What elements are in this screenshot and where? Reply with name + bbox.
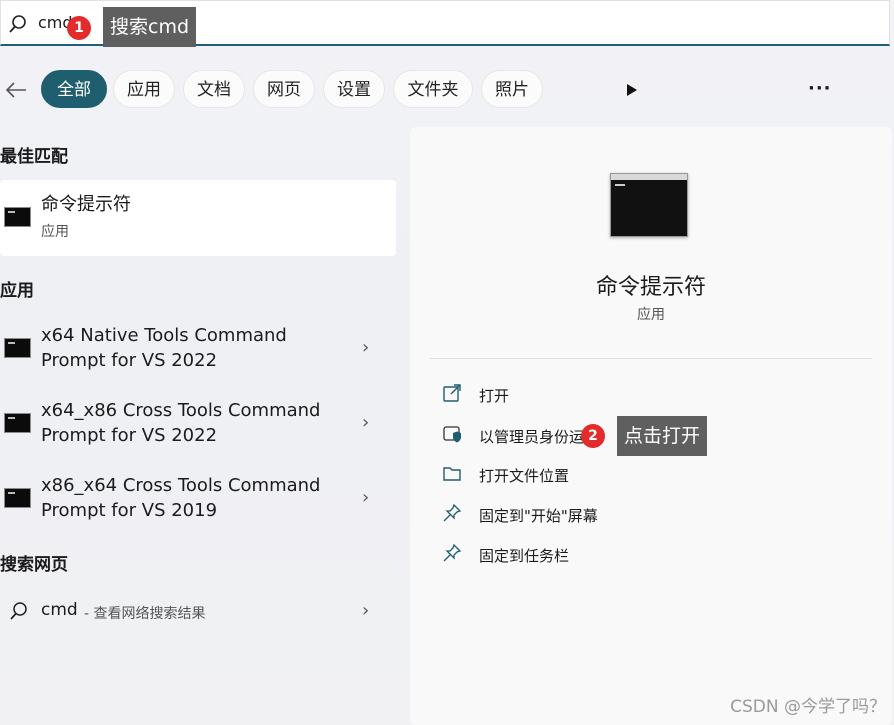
terminal-icon [4, 488, 31, 508]
section-best-match: 最佳匹配 [0, 147, 68, 167]
action-label: 固定到"开始"屏幕 [479, 507, 598, 525]
app-list-item[interactable]: x64 Native Tools Command Prompt for VS 2… [0, 320, 396, 380]
chevron-right-icon[interactable]: › [362, 487, 369, 508]
detail-subtitle: 应用 [637, 307, 665, 323]
action-label: 固定到任务栏 [479, 547, 570, 565]
divider [430, 358, 872, 359]
annotation-badge-1: 1 [67, 16, 91, 40]
back-arrow-icon[interactable] [4, 78, 28, 102]
chevron-right-icon[interactable]: › [362, 412, 369, 433]
detail-title: 命令提示符 [595, 275, 706, 300]
section-apps: 应用 [0, 281, 34, 301]
filter-folders[interactable]: 文件夹 [393, 70, 473, 108]
admin-shield-icon [443, 426, 461, 443]
app-title-line1: x64 Native Tools Command [41, 325, 287, 346]
app-title-line1: x64_x86 Cross Tools Command [41, 400, 321, 421]
filter-settings[interactable]: 设置 [323, 70, 385, 108]
pin-icon [443, 543, 462, 562]
filter-web[interactable]: 网页 [253, 70, 315, 108]
filter-bar: 全部 应用 文档 网页 设置 文件夹 照片 ··· [0, 70, 894, 110]
web-suffix: - 查看网络搜索结果 [84, 606, 206, 622]
web-search-item[interactable]: cmd - 查看网络搜索结果 › [0, 594, 396, 630]
watermark: CSDN @今学了吗？ [730, 697, 886, 717]
play-icon[interactable] [626, 83, 638, 97]
chevron-right-icon[interactable]: › [362, 600, 369, 621]
app-title-line1: x86_x64 Cross Tools Command [41, 475, 321, 496]
chevron-right-icon[interactable]: › [362, 337, 369, 358]
filter-apps[interactable]: 应用 [113, 70, 175, 108]
app-title-line2: Prompt for VS 2022 [41, 350, 218, 371]
annotation-badge-2: 2 [581, 424, 605, 448]
open-external-icon [443, 384, 461, 402]
command-prompt-large-icon [610, 173, 688, 237]
filter-documents[interactable]: 文档 [183, 70, 245, 108]
filter-photos[interactable]: 照片 [481, 70, 543, 108]
best-match-title: 命令提示符 [41, 194, 131, 215]
app-list-item[interactable]: x64_x86 Cross Tools Command Prompt for V… [0, 395, 396, 455]
terminal-icon [4, 338, 31, 358]
terminal-icon [4, 413, 31, 433]
section-web-search: 搜索网页 [0, 555, 68, 575]
folder-icon [443, 467, 461, 481]
action-label: 打开文件位置 [479, 467, 570, 485]
best-match-item[interactable]: 命令提示符 应用 [0, 180, 396, 256]
best-match-subtitle: 应用 [41, 224, 69, 240]
web-query: cmd [41, 600, 78, 620]
search-icon [10, 602, 27, 620]
annotation-label-2: 点击打开 [617, 416, 708, 456]
app-title-line2: Prompt for VS 2022 [41, 425, 218, 446]
more-options-icon[interactable]: ··· [808, 78, 832, 99]
action-label: 以管理员身份运 [479, 428, 585, 446]
search-icon [9, 15, 26, 33]
pin-icon [443, 503, 462, 522]
action-label: 打开 [479, 387, 510, 405]
filter-all[interactable]: 全部 [41, 70, 107, 108]
app-title-line2: Prompt for VS 2019 [41, 500, 218, 521]
app-list-item[interactable]: x86_x64 Cross Tools Command Prompt for V… [0, 470, 396, 530]
annotation-label-1: 搜索cmd [103, 7, 197, 47]
command-prompt-icon [4, 207, 31, 227]
